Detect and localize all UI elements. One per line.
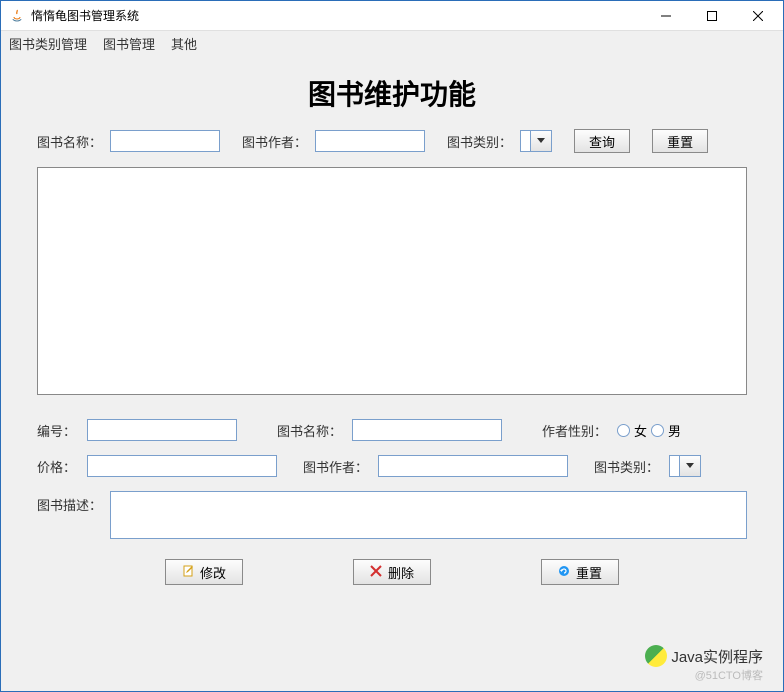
chevron-down-icon[interactable]: [679, 455, 701, 477]
page-title: 图书维护功能: [37, 73, 747, 113]
search-author-input[interactable]: [315, 130, 425, 152]
app-window: 惰惰龟图书管理系统 图书类别管理 图书管理 其他 图书维护功能 图书名称： 图书…: [0, 0, 784, 692]
search-category-label: 图书类别：: [447, 132, 512, 151]
modify-label: 修改: [200, 563, 226, 582]
form-category-label: 图书类别：: [594, 457, 659, 476]
close-button[interactable]: [735, 2, 781, 30]
action-row: 修改 删除 重置: [37, 559, 747, 585]
watermark: Java实例程序 @51CTO博客: [645, 645, 763, 683]
delete-button[interactable]: 删除: [353, 559, 431, 585]
delete-icon: [370, 565, 382, 580]
id-label: 编号：: [37, 421, 77, 440]
content-area: 图书维护功能 图书名称： 图书作者： 图书类别： 查询 重置 编号： 图书名称：: [1, 55, 783, 595]
form-name-label: 图书名称：: [277, 421, 342, 440]
maximize-button[interactable]: [689, 2, 735, 30]
radio-female[interactable]: [617, 424, 630, 437]
gender-radio-group: 女 男: [617, 421, 681, 440]
chevron-down-icon[interactable]: [530, 130, 552, 152]
description-row: 图书描述：: [37, 491, 747, 539]
form-row-2: 价格： 图书作者： 图书类别：: [37, 455, 747, 477]
window-title: 惰惰龟图书管理系统: [31, 7, 643, 24]
reset-label: 重置: [576, 563, 602, 582]
wechat-icon: [645, 645, 667, 667]
form-author-label: 图书作者：: [303, 457, 368, 476]
reset-button[interactable]: 重置: [541, 559, 619, 585]
search-reset-button[interactable]: 重置: [652, 129, 708, 153]
edit-icon: [182, 565, 194, 580]
query-button[interactable]: 查询: [574, 129, 630, 153]
radio-male-label: 男: [668, 421, 681, 440]
search-author-label: 图书作者：: [242, 132, 307, 151]
desc-label: 图书描述：: [37, 491, 102, 514]
form-author-input[interactable]: [378, 455, 568, 477]
search-category-combo[interactable]: [520, 130, 552, 152]
radio-female-label: 女: [634, 421, 647, 440]
form-row-1: 编号： 图书名称： 作者性别： 女 男: [37, 419, 747, 441]
java-icon: [9, 8, 25, 24]
search-name-label: 图书名称：: [37, 132, 102, 151]
results-table[interactable]: [37, 167, 747, 395]
search-name-input[interactable]: [110, 130, 220, 152]
menu-other[interactable]: 其他: [167, 32, 201, 55]
price-input[interactable]: [87, 455, 277, 477]
menubar: 图书类别管理 图书管理 其他: [1, 31, 783, 55]
price-label: 价格：: [37, 457, 77, 476]
watermark-main: Java实例程序: [671, 646, 763, 667]
minimize-button[interactable]: [643, 2, 689, 30]
titlebar: 惰惰龟图书管理系统: [1, 1, 783, 31]
watermark-sub: @51CTO博客: [645, 667, 763, 683]
radio-male[interactable]: [651, 424, 664, 437]
menu-category[interactable]: 图书类别管理: [5, 32, 91, 55]
search-row: 图书名称： 图书作者： 图书类别： 查询 重置: [37, 129, 747, 153]
form-category-combo[interactable]: [669, 455, 701, 477]
modify-button[interactable]: 修改: [165, 559, 243, 585]
gender-label: 作者性别：: [542, 421, 607, 440]
menu-book[interactable]: 图书管理: [99, 32, 159, 55]
id-input[interactable]: [87, 419, 237, 441]
delete-label: 删除: [388, 563, 414, 582]
reset-icon: [558, 565, 570, 580]
form-name-input[interactable]: [352, 419, 502, 441]
desc-textarea[interactable]: [110, 491, 747, 539]
